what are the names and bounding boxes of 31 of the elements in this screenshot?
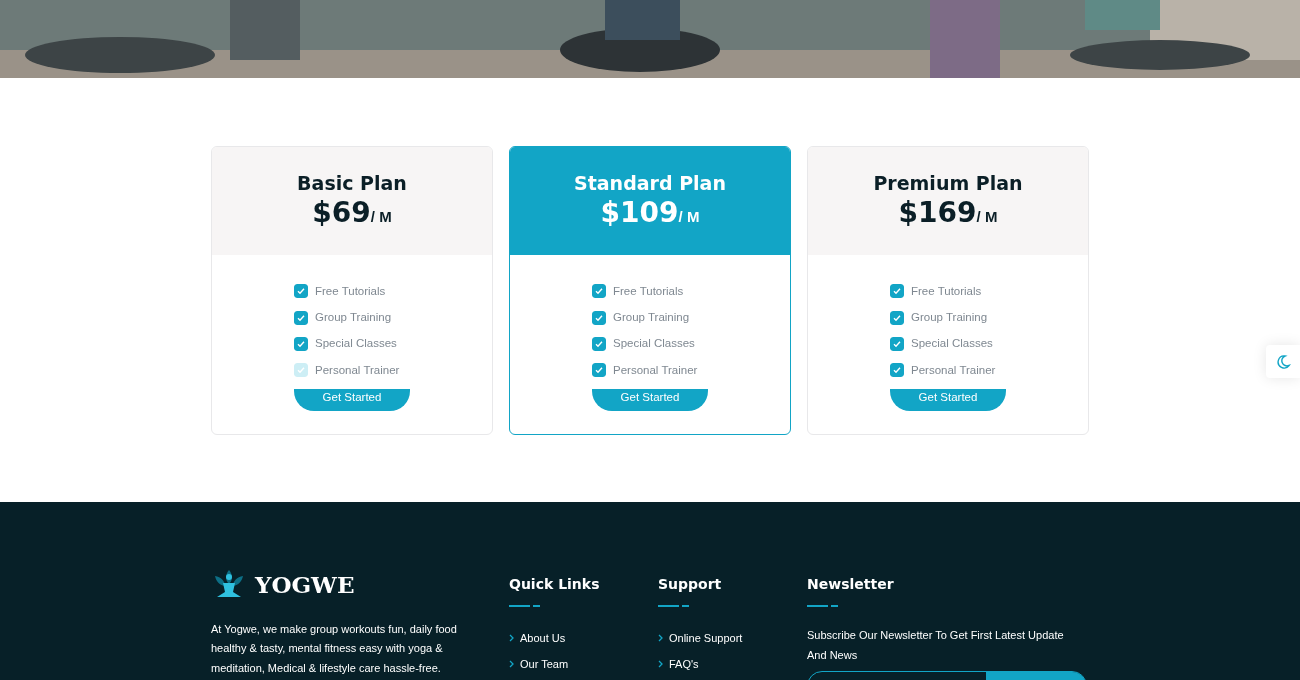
plan-price: $109 [600, 195, 679, 229]
price-period: / M [370, 207, 392, 225]
feature-label: Group Training [911, 309, 988, 325]
plan-title: Basic Plan [296, 171, 408, 196]
newsletter-text: Subscribe Our Newsletter To Get First Latest Update And News [807, 628, 1065, 663]
feature-label: Group Training [613, 309, 690, 325]
feature-label: Special Classes [315, 336, 397, 352]
footer-about-text: At Yogwe, we make group workouts fun, daily food healthy & tasty, mental fitness easy with yoga & meditation, Medical & lifestyle care hassle-free. [211, 621, 458, 676]
footer-link[interactable]: FAQ's [658, 651, 807, 677]
brand-name: YOGWE [255, 570, 355, 600]
footer-link[interactable]: Our Team [509, 651, 658, 677]
feature-label: Personal Trainer [911, 362, 996, 378]
feature-label: Free Tutorials [613, 283, 684, 299]
feature-label: Special Classes [613, 336, 695, 352]
footer-heading: Support [658, 575, 723, 594]
footer-link[interactable]: Online Support [658, 625, 807, 651]
feature-label: Special Classes [911, 336, 993, 352]
plan-title: Standard Plan [573, 171, 727, 196]
feature-label: Free Tutorials [911, 283, 982, 299]
price-period: / M [678, 207, 700, 225]
plan-price: $69 [312, 195, 371, 229]
footer-heading: Newsletter [807, 575, 895, 594]
feature-label: Free Tutorials [315, 283, 386, 299]
feature-label: Group Training [315, 309, 392, 325]
footer-heading: Quick Links [509, 575, 601, 594]
price-period: / M [976, 207, 998, 225]
footer-link[interactable]: About Us [509, 625, 658, 651]
feature-label: Personal Trainer [315, 362, 400, 378]
plan-title: Premium Plan [872, 171, 1024, 196]
feature-label: Personal Trainer [613, 362, 698, 378]
plan-price: $169 [898, 195, 977, 229]
